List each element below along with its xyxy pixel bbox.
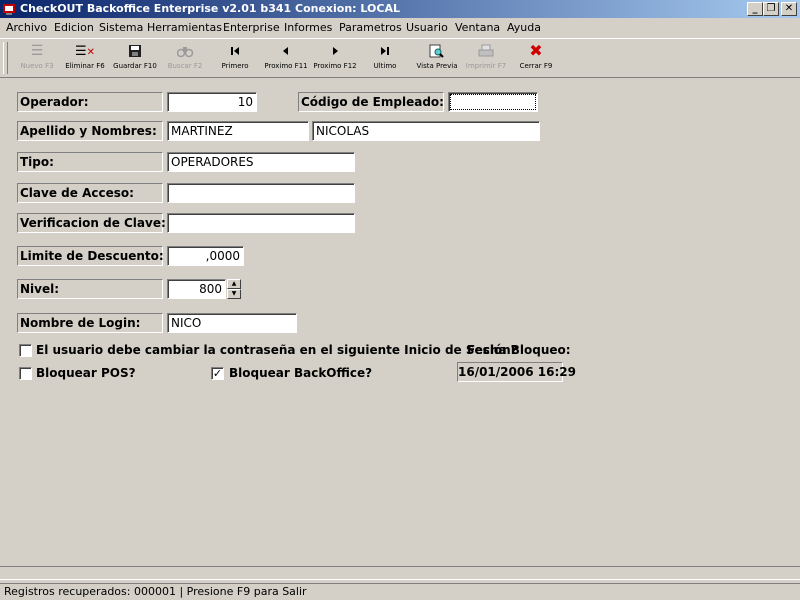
preview-icon [412, 41, 462, 61]
nivel-stepper[interactable]: ▲ ▼ [227, 279, 241, 299]
save-icon [110, 41, 160, 61]
cambiar-contrasena-checkbox[interactable] [19, 344, 32, 357]
toolbar-grip[interactable] [3, 42, 8, 74]
nivel-label: Nivel: [17, 279, 163, 299]
tipo-field[interactable]: OPERADORES [167, 152, 355, 172]
menu-edicion[interactable]: Edicion [54, 21, 94, 34]
title-bar: CheckOUT Backoffice Enterprise v2.01 b34… [0, 0, 800, 18]
menu-usuario[interactable]: Usuario [406, 21, 448, 34]
bottom-separator [0, 566, 800, 580]
restore-button[interactable]: ❐ [763, 2, 779, 16]
imprimir-button[interactable]: Imprimir F7 [463, 41, 509, 75]
bloquear-pos-label: Bloquear POS? [36, 366, 136, 380]
bloquear-backoffice-checkbox[interactable]: ✓ [211, 367, 224, 380]
clave-acceso-field[interactable] [167, 183, 355, 203]
tipo-label: Tipo: [17, 152, 163, 172]
minimize-button[interactable]: _ [747, 2, 763, 16]
verificacion-clave-field[interactable] [167, 213, 355, 233]
fecha-bloqueo-value: 16/01/2006 16:29 [457, 362, 576, 382]
menu-herramientas[interactable]: Herramientas [147, 21, 222, 34]
cerrar-button[interactable]: ✖ Cerrar F9 [513, 41, 559, 75]
previous-icon [262, 41, 310, 61]
fecha-bloqueo-label: Fecha Bloqueo: [467, 343, 571, 357]
bloquear-backoffice-label: Bloquear BackOffice? [229, 366, 373, 380]
ultimo-button[interactable]: Ultimo [362, 41, 408, 75]
bloquear-pos-checkbox[interactable] [19, 367, 32, 380]
menu-ayuda[interactable]: Ayuda [507, 21, 541, 34]
apellido-nombres-label: Apellido y Nombres: [17, 121, 163, 141]
limite-descuento-label: Limite de Descuento: [17, 246, 164, 266]
window-title: CheckOUT Backoffice Enterprise v2.01 b34… [20, 2, 400, 15]
proximo-f11-button[interactable]: Proximo F11 [262, 41, 310, 75]
operador-field[interactable]: 10 [167, 92, 257, 112]
codigo-empleado-label: Código de Empleado: [298, 92, 444, 112]
codigo-empleado-field[interactable] [448, 92, 538, 112]
spin-down-icon[interactable]: ▼ [227, 289, 241, 299]
vista-previa-button[interactable]: Vista Previa [412, 41, 462, 75]
menu-sistema[interactable]: Sistema [99, 21, 143, 34]
nombres-field[interactable]: NICOLAS [312, 121, 540, 141]
menu-enterprise[interactable]: Enterprise [223, 21, 280, 34]
clave-acceso-label: Clave de Acceso: [17, 183, 163, 203]
limite-descuento-field[interactable]: ,0000 [167, 246, 244, 266]
nivel-field[interactable]: 800 [167, 279, 226, 299]
cambiar-contrasena-label: El usuario debe cambiar la contraseña en… [36, 343, 518, 357]
status-bar: Registros recuperados: 000001 | Presione… [0, 583, 800, 600]
buscar-button[interactable]: Buscar F2 [162, 41, 208, 75]
spin-up-icon[interactable]: ▲ [227, 279, 241, 289]
close-window-button[interactable]: ✕ [781, 2, 797, 16]
nombre-login-label: Nombre de Login: [17, 313, 163, 333]
toolbar: ☰ Nuevo F3 ☰✕ Eliminar F6 Guardar F10 Bu… [0, 38, 800, 78]
eliminar-button[interactable]: ☰✕ Eliminar F6 [62, 41, 108, 75]
guardar-button[interactable]: Guardar F10 [110, 41, 160, 75]
menu-ventana[interactable]: Ventana [455, 21, 500, 34]
nombre-login-field[interactable]: NICO [167, 313, 297, 333]
search-icon [162, 41, 208, 61]
print-icon [463, 41, 509, 61]
proximo-f12-button[interactable]: Proximo F12 [311, 41, 359, 75]
next-icon [311, 41, 359, 61]
menu-bar: Archivo Edicion Sistema Herramientas Ent… [0, 18, 800, 38]
menu-informes[interactable]: Informes [284, 21, 332, 34]
delete-icon: ☰✕ [74, 44, 96, 59]
last-icon [362, 41, 408, 61]
close-icon: ✖ [529, 41, 543, 60]
operador-label: Operador: [17, 92, 163, 112]
menu-archivo[interactable]: Archivo [6, 21, 47, 34]
new-icon: ☰ [30, 43, 44, 59]
app-icon [3, 4, 15, 15]
first-icon [212, 41, 258, 61]
nuevo-button[interactable]: ☰ Nuevo F3 [14, 41, 60, 75]
apellido-field[interactable]: MARTINEZ [167, 121, 309, 141]
menu-parametros[interactable]: Parametros [339, 21, 402, 34]
verificacion-clave-label: Verificacion de Clave: [17, 213, 166, 233]
primero-button[interactable]: Primero [212, 41, 258, 75]
